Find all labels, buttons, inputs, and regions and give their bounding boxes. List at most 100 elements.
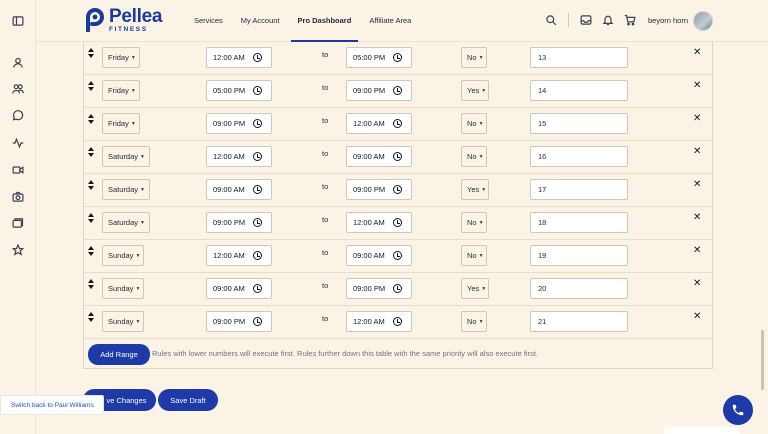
delete-row-icon[interactable]: ✕ xyxy=(693,311,701,322)
end-time-input[interactable]: 05:00 PM xyxy=(346,47,412,68)
save-draft-button[interactable]: Save Draft xyxy=(158,389,218,411)
priority-input[interactable]: 18 xyxy=(530,212,628,233)
inbox-icon[interactable] xyxy=(579,13,593,27)
start-time-value: 09:00 PM xyxy=(213,317,246,326)
priority-input[interactable]: 13 xyxy=(530,47,628,68)
drag-handle-icon[interactable] xyxy=(88,279,94,289)
end-time-input[interactable]: 12:00 AM xyxy=(346,212,412,233)
clock-icon xyxy=(253,185,262,194)
sidebar-toggle-icon[interactable] xyxy=(11,14,25,28)
flag-value: Yes xyxy=(467,86,480,95)
priority-input[interactable]: 17 xyxy=(530,179,628,200)
to-label: to xyxy=(322,182,329,191)
start-time-input[interactable]: 12:00 AM xyxy=(206,245,272,266)
start-time-input[interactable]: 09:00 AM xyxy=(206,278,272,299)
flag-select[interactable]: No ▼ xyxy=(461,146,487,167)
drag-handle-icon[interactable] xyxy=(88,246,94,256)
flag-select[interactable]: Yes ▼ xyxy=(461,179,489,200)
delete-row-icon[interactable]: ✕ xyxy=(693,47,701,58)
priority-input[interactable]: 21 xyxy=(530,311,628,332)
delete-row-icon[interactable]: ✕ xyxy=(693,146,701,157)
drag-handle-icon[interactable] xyxy=(88,180,94,190)
nav-services[interactable]: Services xyxy=(187,0,230,42)
activity-icon[interactable] xyxy=(11,136,25,150)
day-select[interactable]: Sunday ▼ xyxy=(102,245,144,266)
end-time-input[interactable]: 09:00 PM xyxy=(346,179,412,200)
day-select[interactable]: Saturday ▼ xyxy=(102,146,150,167)
user-name[interactable]: beyorn horn xyxy=(648,16,688,25)
drag-handle-icon[interactable] xyxy=(88,312,94,322)
switch-back-link[interactable]: Switch back to Paul Williams xyxy=(0,395,104,415)
flag-select[interactable]: Yes ▼ xyxy=(461,278,489,299)
day-select[interactable]: Saturday ▼ xyxy=(102,179,150,200)
delete-row-icon[interactable]: ✕ xyxy=(693,212,701,223)
day-select[interactable]: Friday ▼ xyxy=(102,113,140,134)
delete-row-icon[interactable]: ✕ xyxy=(693,80,701,91)
start-time-input[interactable]: 09:00 PM xyxy=(206,311,272,332)
day-select[interactable]: Sunday ▼ xyxy=(102,278,144,299)
avatar[interactable] xyxy=(693,11,713,31)
drag-handle-icon[interactable] xyxy=(88,114,94,124)
end-time-input[interactable]: 09:00 AM xyxy=(346,245,412,266)
users-icon[interactable] xyxy=(11,82,25,96)
drag-handle-icon[interactable] xyxy=(88,213,94,223)
delete-row-icon[interactable]: ✕ xyxy=(693,179,701,190)
drag-handle-icon[interactable] xyxy=(88,147,94,157)
flag-select[interactable]: No ▼ xyxy=(461,311,487,332)
day-select[interactable]: Sunday ▼ xyxy=(102,311,144,332)
priority-input[interactable]: 20 xyxy=(530,278,628,299)
start-time-input[interactable]: 05:00 PM xyxy=(206,80,272,101)
video-icon[interactable] xyxy=(11,163,25,177)
star-icon[interactable] xyxy=(11,243,25,257)
flag-value: Yes xyxy=(467,185,480,194)
pellea-logo[interactable]: Pellea FITNESS xyxy=(84,7,162,34)
priority-input[interactable]: 14 xyxy=(530,80,628,101)
add-range-button[interactable]: Add Range xyxy=(88,344,150,365)
drag-handle-icon[interactable] xyxy=(88,81,94,91)
camera-icon[interactable] xyxy=(11,190,25,204)
start-time-input[interactable]: 09:00 PM xyxy=(206,113,272,134)
day-select[interactable]: Saturday ▼ xyxy=(102,212,150,233)
search-icon[interactable] xyxy=(544,13,558,27)
user-icon[interactable] xyxy=(11,56,25,70)
chat-icon[interactable] xyxy=(11,109,25,123)
flag-select[interactable]: No ▼ xyxy=(461,245,487,266)
end-time-input[interactable]: 09:00 PM xyxy=(346,80,412,101)
nav-affiliate-area[interactable]: Affiliate Area xyxy=(362,0,418,42)
flag-select[interactable]: No ▼ xyxy=(461,212,487,233)
chevron-down-icon: ▼ xyxy=(478,153,484,160)
start-time-input[interactable]: 09:00 PM xyxy=(206,212,272,233)
end-time-input[interactable]: 12:00 AM xyxy=(346,113,412,134)
end-time-input[interactable]: 09:00 AM xyxy=(346,146,412,167)
cart-icon[interactable] xyxy=(623,13,637,27)
drag-handle-icon[interactable] xyxy=(88,48,94,58)
start-time-input[interactable]: 12:00 AM xyxy=(206,47,272,68)
to-label: to xyxy=(322,50,329,59)
end-time-input[interactable]: 12:00 AM xyxy=(346,311,412,332)
nav-pro-dashboard[interactable]: Pro Dashboard xyxy=(290,0,359,42)
delete-row-icon[interactable]: ✕ xyxy=(693,278,701,289)
day-select[interactable]: Friday ▼ xyxy=(102,80,140,101)
flag-select[interactable]: No ▼ xyxy=(461,47,487,68)
flag-select[interactable]: Yes ▼ xyxy=(461,80,489,101)
chat-widget-card[interactable] xyxy=(664,427,740,434)
flag-select[interactable]: No ▼ xyxy=(461,113,487,134)
day-select[interactable]: Friday ▼ xyxy=(102,47,140,68)
page-scrollbar[interactable] xyxy=(761,330,764,390)
delete-row-icon[interactable]: ✕ xyxy=(693,245,701,256)
start-time-input[interactable]: 09:00 AM xyxy=(206,179,272,200)
nav-my-account[interactable]: My Account xyxy=(234,0,287,42)
delete-row-icon[interactable]: ✕ xyxy=(693,113,701,124)
chevron-down-icon: ▼ xyxy=(140,153,145,160)
day-value: Sunday xyxy=(108,317,134,326)
start-time-input[interactable]: 12:00 AM xyxy=(206,146,272,167)
clock-icon xyxy=(393,185,402,194)
priority-input[interactable]: 19 xyxy=(530,245,628,266)
priority-input[interactable]: 16 xyxy=(530,146,628,167)
bell-icon[interactable] xyxy=(601,13,615,27)
phone-call-button[interactable] xyxy=(723,395,753,425)
chevron-down-icon: ▼ xyxy=(130,54,136,61)
priority-input[interactable]: 15 xyxy=(530,113,628,134)
folders-icon[interactable] xyxy=(11,216,25,230)
end-time-input[interactable]: 09:00 PM xyxy=(346,278,412,299)
